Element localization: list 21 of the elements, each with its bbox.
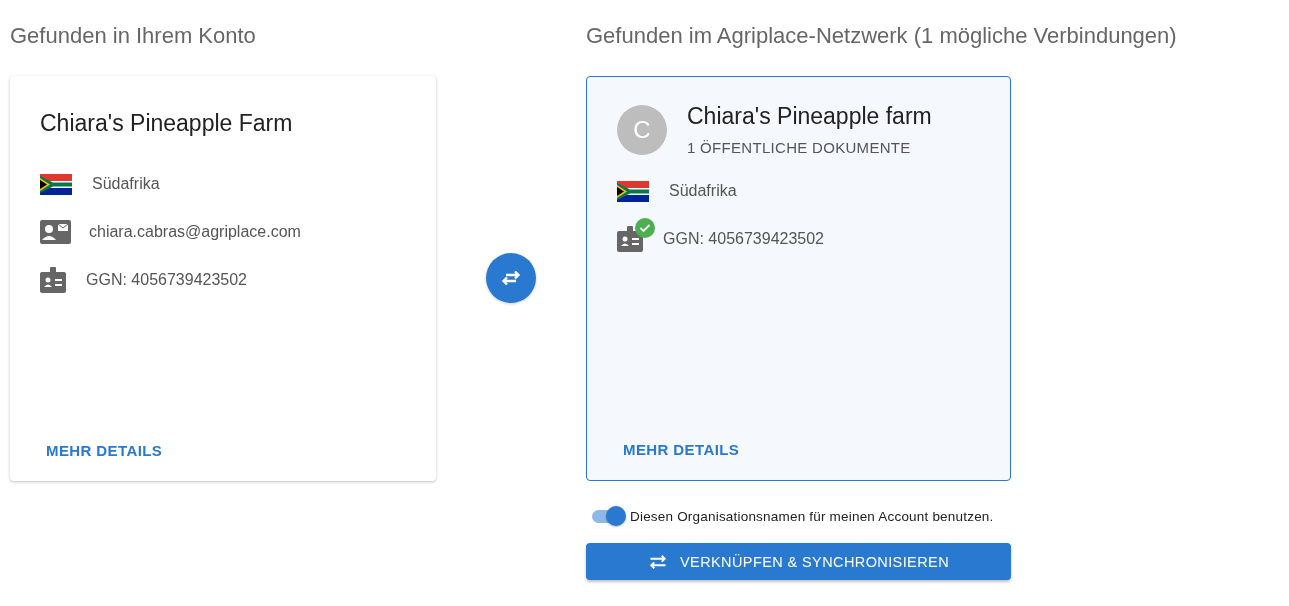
flag-icon <box>617 180 649 202</box>
detail-text: chiara.cabras@agriplace.com <box>89 223 301 241</box>
contact-card-icon <box>40 220 71 244</box>
more-details-link[interactable]: MEHR DETAILS <box>623 441 740 458</box>
detail-text: Südafrika <box>669 182 737 200</box>
detail-text: Südafrika <box>92 175 160 193</box>
toggle-label: Diesen Organisationsnamen für meinen Account benutzen. <box>630 508 994 524</box>
documents-count: 1 ÖFFENTLICHE DOKUMENTE <box>687 139 912 156</box>
flag-icon <box>40 173 72 195</box>
swap-button[interactable] <box>486 253 536 303</box>
detail-text: GGN: 4056739423502 <box>663 230 824 248</box>
organization-name: Chiara's Pineapple Farm <box>40 110 293 137</box>
swap-icon <box>648 552 668 571</box>
toggle-switch[interactable] <box>590 505 626 527</box>
avatar: C <box>617 104 667 155</box>
organization-name: Chiara's Pineapple farm <box>687 103 932 130</box>
section-heading: Gefunden in Ihrem Konto <box>10 22 257 50</box>
link-sync-button[interactable]: VERKNÜPFEN & SYNCHRONISIEREN <box>586 543 1011 580</box>
detail-text: GGN: 4056739423502 <box>86 271 247 289</box>
more-details-link[interactable]: MEHR DETAILS <box>46 442 163 459</box>
section-heading: Gefunden im Agriplace-Netzwerk (1 mögliche Verbindungen) <box>586 22 1178 50</box>
